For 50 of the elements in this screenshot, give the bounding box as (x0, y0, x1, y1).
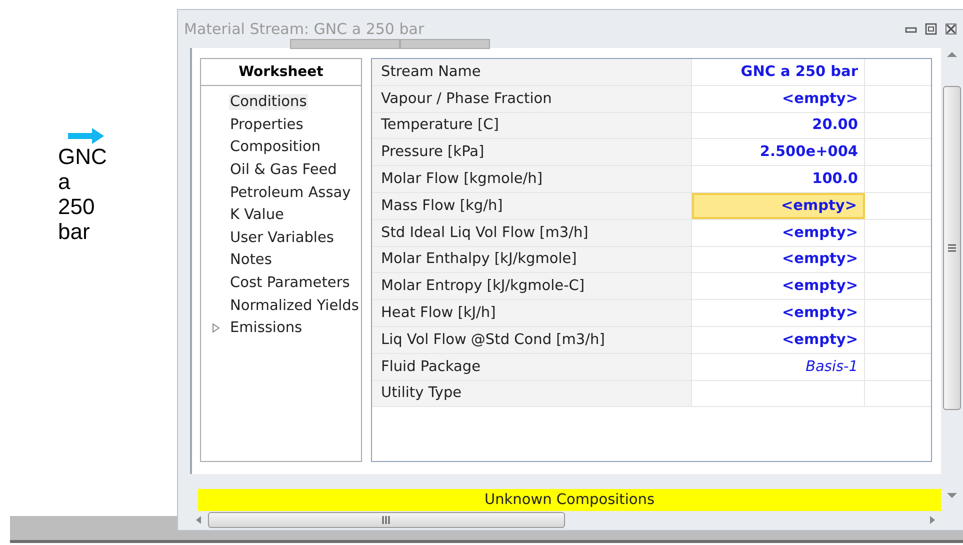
scroll-left-icon[interactable] (194, 516, 204, 524)
nav-item[interactable]: Petroleum Assay (229, 184, 352, 201)
scroll-right-icon[interactable] (927, 516, 937, 524)
row-label: Molar Entropy [kJ/kgmole-C] (372, 273, 692, 300)
value-cell[interactable]: Basis-1 (692, 354, 865, 380)
row-label: Vapour / Phase Fraction (372, 86, 692, 112)
row-label: Std Ideal Liq Vol Flow [m3/h] (372, 220, 692, 246)
close-icon[interactable] (945, 23, 957, 35)
nav-item[interactable]: Normalized Yields (229, 298, 360, 314)
row-label: Temperature [C] (372, 112, 692, 138)
nav-item[interactable]: Cost Parameters (229, 275, 351, 292)
row-label: Stream Name (372, 59, 692, 85)
nav-item[interactable]: Conditions (229, 94, 308, 110)
value-cell[interactable]: 2.500e+004 (692, 139, 865, 166)
row-label: Molar Flow [kgmole/h] (372, 166, 692, 192)
nav-title: Worksheet (201, 59, 361, 86)
nav-item[interactable]: User Variables (229, 230, 335, 246)
value-cell[interactable]: <empty> (692, 273, 865, 300)
value-cell[interactable]: GNC a 250 bar (692, 59, 865, 85)
scroll-thumb[interactable] (208, 512, 564, 528)
value-cell[interactable]: <empty> (692, 220, 865, 246)
scroll-up-icon[interactable] (947, 50, 957, 58)
scroll-thumb[interactable] (943, 86, 961, 410)
nav-item[interactable]: Notes (229, 252, 273, 268)
expand-icon[interactable] (211, 323, 221, 334)
row-label: Mass Flow [kg/h] (372, 192, 692, 219)
value-cell[interactable]: <empty> (692, 86, 865, 112)
value-cell[interactable]: 100.0 (692, 166, 865, 192)
stream-label: GNC a 250 bar (58, 144, 107, 244)
value-cell[interactable]: <empty> (692, 192, 865, 219)
nav-item[interactable]: Properties (229, 116, 304, 133)
row-label: Utility Type (372, 380, 692, 406)
window-title: Material Stream: GNC a 250 bar (184, 20, 426, 38)
nav-item[interactable]: Emissions (229, 320, 304, 336)
row-label: Molar Enthalpy [kJ/kgmole] (372, 246, 692, 272)
row-label: Liq Vol Flow @Std Cond [m3/h] (372, 326, 692, 353)
value-cell[interactable]: <empty> (692, 246, 865, 272)
nav-item[interactable]: K Value (229, 207, 285, 224)
value-cell[interactable]: 20.00 (692, 112, 865, 138)
scroll-down-icon[interactable] (947, 492, 957, 500)
row-label: Pressure [kPa] (372, 139, 692, 166)
restore-icon[interactable] (925, 23, 937, 35)
value-cell[interactable]: <empty> (692, 300, 865, 326)
nav-item[interactable]: Composition (229, 139, 322, 156)
nav-item[interactable]: Oil & Gas Feed (229, 162, 338, 178)
row-label: Heat Flow [kJ/h] (372, 300, 692, 326)
value-cell[interactable]: <empty> (692, 326, 865, 353)
stream-arrow-icon[interactable] (68, 128, 104, 144)
row-label: Fluid Package (372, 354, 692, 380)
status-message: Unknown Compositions (198, 489, 941, 511)
